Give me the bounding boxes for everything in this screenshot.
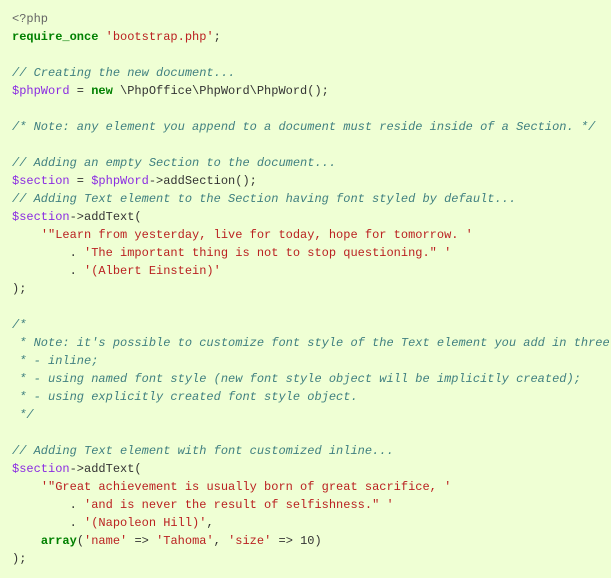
fat-arrow: =>: [271, 534, 300, 548]
comment-adding-section: // Adding an empty Section to the docume…: [12, 156, 336, 170]
call-addtext: ->addText(: [70, 210, 142, 224]
php-open-tag: <?php: [12, 12, 48, 26]
comma: ,: [206, 516, 213, 530]
var-phpword: $phpWord: [91, 174, 149, 188]
comment-block-open: /*: [12, 318, 26, 332]
keyword-require: require_once: [12, 30, 98, 44]
string-achievement-2: 'and is never the result of selfishness.…: [84, 498, 394, 512]
array-key-name: 'name': [84, 534, 127, 548]
indent: [12, 480, 41, 494]
string-quote-1: '"Learn from yesterday, live for today, …: [41, 228, 473, 242]
eq-op: =: [70, 174, 92, 188]
line-15: . '(Albert Einstein)': [12, 264, 221, 278]
call-addsection: ->addSection();: [149, 174, 257, 188]
keyword-new: new: [91, 84, 113, 98]
concat-dot: .: [70, 246, 84, 260]
indent: [12, 498, 70, 512]
string-einstein: '(Albert Einstein)': [84, 264, 221, 278]
var-section: $section: [12, 210, 70, 224]
var-section: $section: [12, 462, 70, 476]
eq-op: =: [70, 84, 92, 98]
line-10: $section = $phpWord->addSection();: [12, 174, 257, 188]
close-call: );: [12, 552, 26, 566]
comma: ,: [214, 534, 228, 548]
line-12: $section->addText(: [12, 210, 142, 224]
comment-adding-text: // Adding Text element to the Section ha…: [12, 192, 516, 206]
line-30: array('name' => 'Tahoma', 'size' => 10): [12, 534, 322, 548]
string-napoleon: '(Napoleon Hill)': [84, 516, 206, 530]
var-section: $section: [12, 174, 70, 188]
concat-dot: .: [70, 516, 84, 530]
comment-block-inline: * - inline;: [12, 354, 98, 368]
string-bootstrap: 'bootstrap.php': [106, 30, 214, 44]
class-phpword: \PhpOffice\PhpWord\PhpWord();: [120, 84, 329, 98]
comment-block-close: */: [12, 408, 34, 422]
concat-dot: .: [70, 264, 84, 278]
keyword-array: array: [41, 534, 77, 548]
line-26: $section->addText(: [12, 462, 142, 476]
line-1: <?php: [12, 12, 48, 26]
paren-close: ): [315, 534, 322, 548]
fat-arrow: =>: [127, 534, 156, 548]
paren-open: (: [77, 534, 84, 548]
array-key-size: 'size': [228, 534, 271, 548]
line-2: require_once 'bootstrap.php';: [12, 30, 221, 44]
line-5: $phpWord = new \PhpOffice\PhpWord\PhpWor…: [12, 84, 329, 98]
line-29: . '(Napoleon Hill)',: [12, 516, 214, 530]
array-val-tahoma: 'Tahoma': [156, 534, 214, 548]
comment-block-named: * - using named font style (new font sty…: [12, 372, 581, 386]
space: [113, 84, 120, 98]
string-quote-2: 'The important thing is not to stop ques…: [84, 246, 451, 260]
indent: [12, 228, 41, 242]
comment-adding-text-inline: // Adding Text element with font customi…: [12, 444, 394, 458]
indent: [12, 246, 70, 260]
comment-block-note: * Note: it's possible to customize font …: [12, 336, 611, 350]
indent: [12, 516, 70, 530]
concat-dot: .: [70, 498, 84, 512]
php-code-block: <?php require_once 'bootstrap.php'; // C…: [0, 0, 611, 578]
line-13: '"Learn from yesterday, live for today, …: [12, 228, 473, 242]
line-27: '"Great achievement is usually born of g…: [12, 480, 451, 494]
indent: [12, 534, 41, 548]
comment-creating: // Creating the new document...: [12, 66, 235, 80]
comment-note-section: /* Note: any element you append to a doc…: [12, 120, 595, 134]
semicolon: ;: [214, 30, 221, 44]
line-14: . 'The important thing is not to stop qu…: [12, 246, 451, 260]
string-achievement-1: '"Great achievement is usually born of g…: [41, 480, 451, 494]
var-phpword: $phpWord: [12, 84, 70, 98]
close-call: );: [12, 282, 26, 296]
comment-block-explicit: * - using explicitly created font style …: [12, 390, 358, 404]
indent: [12, 264, 70, 278]
array-val-10: 10: [300, 534, 314, 548]
line-28: . 'and is never the result of selfishnes…: [12, 498, 394, 512]
call-addtext: ->addText(: [70, 462, 142, 476]
